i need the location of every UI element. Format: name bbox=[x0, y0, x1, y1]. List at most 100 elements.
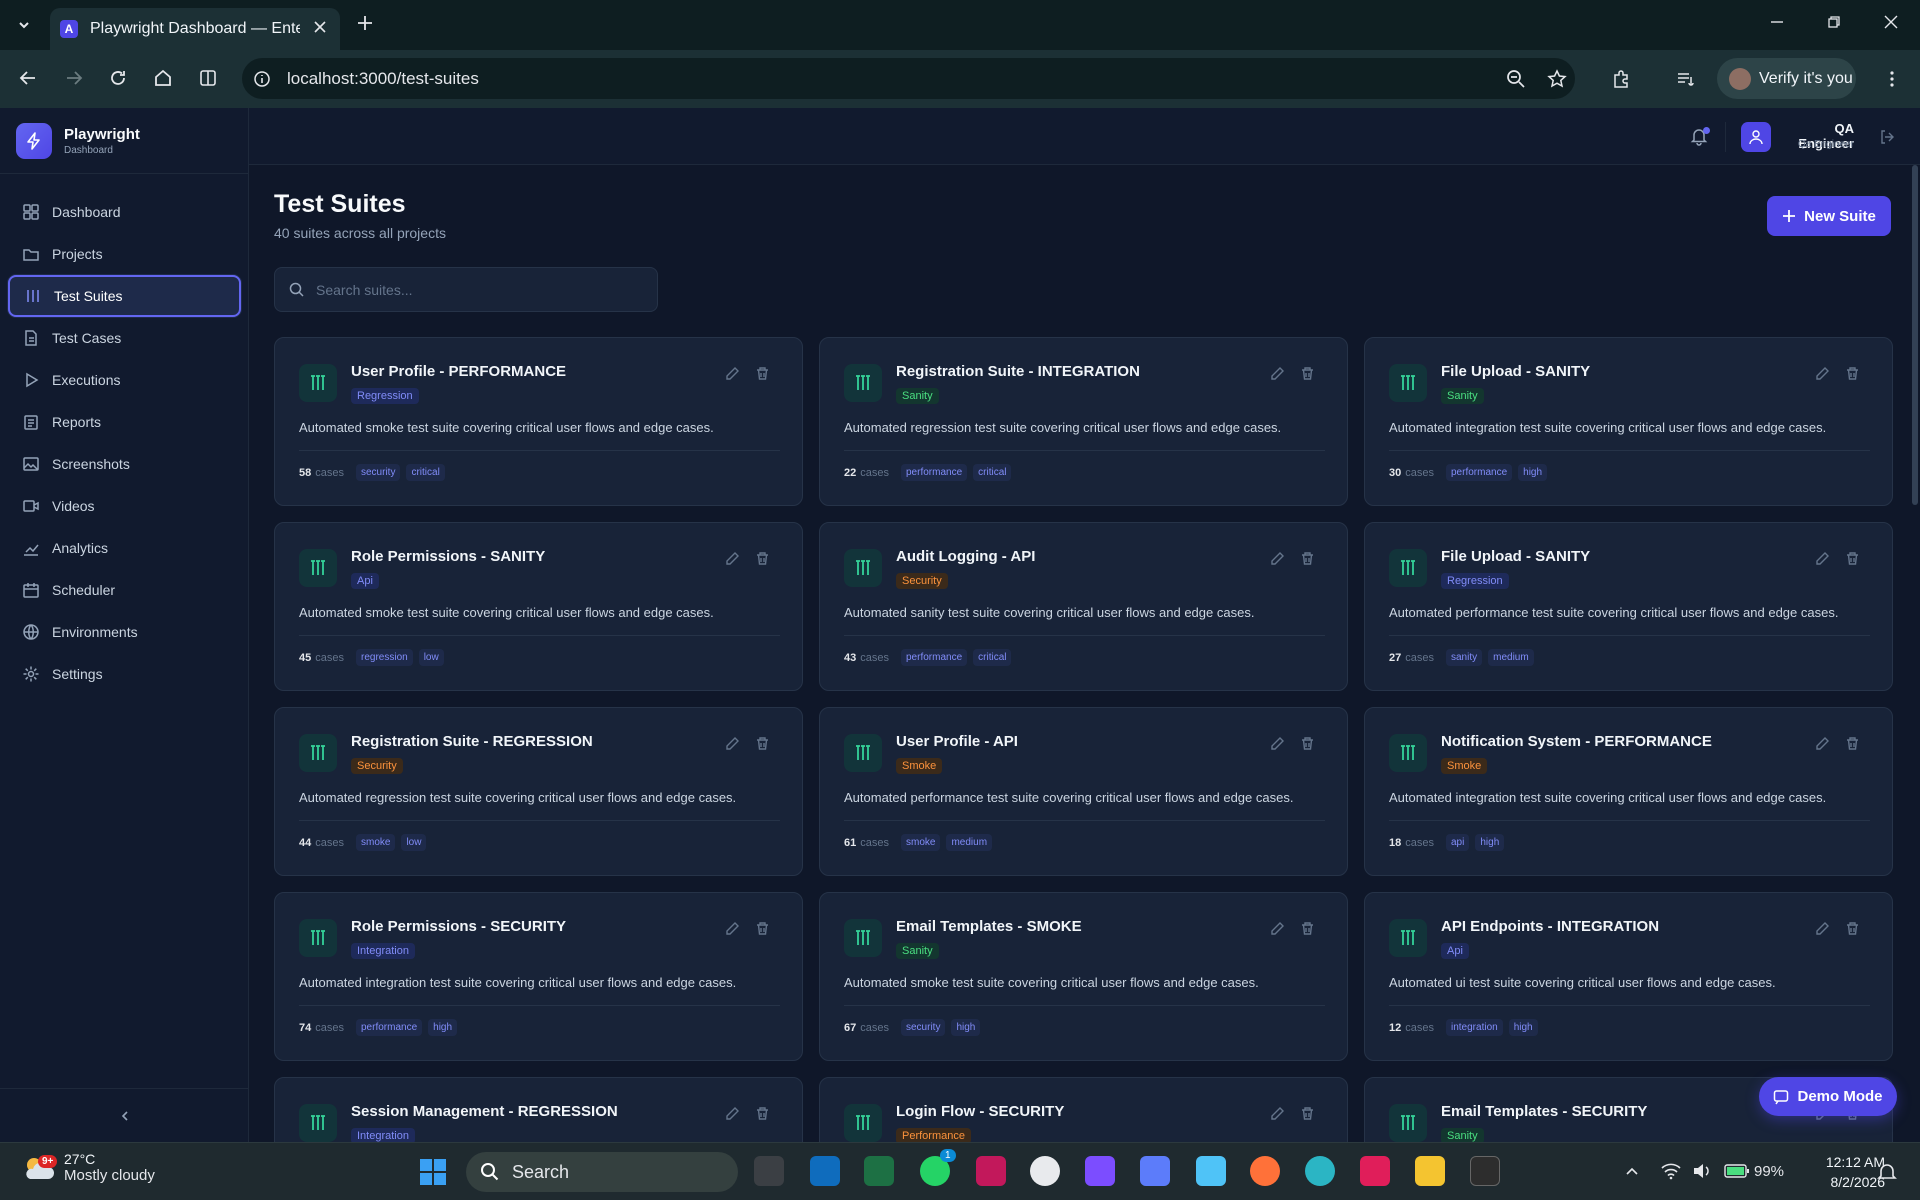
outlook-icon[interactable] bbox=[810, 1156, 840, 1186]
restore-icon[interactable] bbox=[1826, 14, 1842, 30]
weather-widget[interactable]: 9+ 27°C Mostly cloudy bbox=[20, 1151, 155, 1184]
scrollbar-thumb[interactable] bbox=[1912, 165, 1918, 505]
suite-card[interactable]: File Upload - SANITY Regression Automated … bbox=[1364, 522, 1893, 691]
suite-card[interactable]: API Endpoints - INTEGRATION Api Automated … bbox=[1364, 892, 1893, 1061]
home-icon[interactable] bbox=[153, 68, 173, 88]
split-view-icon[interactable] bbox=[198, 68, 218, 88]
notepad-icon[interactable] bbox=[1196, 1156, 1226, 1186]
edit-pencil-icon[interactable] bbox=[1815, 736, 1830, 751]
delete-trash-icon[interactable] bbox=[1845, 921, 1860, 936]
taskbar-search[interactable]: Search bbox=[466, 1152, 738, 1192]
settings-app-icon[interactable] bbox=[1305, 1156, 1335, 1186]
edit-pencil-icon[interactable] bbox=[1270, 736, 1285, 751]
sidebar-item-settings[interactable]: Settings bbox=[8, 653, 241, 695]
suite-card[interactable]: Registration Suite - REGRESSION Security A… bbox=[274, 707, 803, 876]
firefox-icon[interactable] bbox=[1250, 1156, 1280, 1186]
slack-icon[interactable] bbox=[1360, 1156, 1390, 1186]
remote-desktop-icon[interactable] bbox=[1140, 1156, 1170, 1186]
more-menu-icon[interactable] bbox=[1882, 69, 1902, 89]
sidebar-item-analytics[interactable]: Analytics bbox=[8, 527, 241, 569]
delete-trash-icon[interactable] bbox=[1300, 1106, 1315, 1121]
edit-pencil-icon[interactable] bbox=[725, 551, 740, 566]
reload-icon[interactable] bbox=[108, 68, 128, 88]
delete-trash-icon[interactable] bbox=[1300, 921, 1315, 936]
notification-center-icon[interactable] bbox=[1876, 1161, 1898, 1183]
snipping-tool-icon[interactable] bbox=[976, 1156, 1006, 1186]
edit-pencil-icon[interactable] bbox=[1270, 366, 1285, 381]
edit-pencil-icon[interactable] bbox=[1815, 551, 1830, 566]
edit-pencil-icon[interactable] bbox=[725, 366, 740, 381]
delete-trash-icon[interactable] bbox=[755, 366, 770, 381]
sidebar-item-scheduler[interactable]: Scheduler bbox=[8, 569, 241, 611]
suite-card[interactable]: User Profile - PERFORMANCE Regression Auto… bbox=[274, 337, 803, 506]
collapse-sidebar-button[interactable] bbox=[0, 1088, 249, 1142]
delete-trash-icon[interactable] bbox=[1845, 736, 1860, 751]
delete-trash-icon[interactable] bbox=[1300, 736, 1315, 751]
battery-icon[interactable] bbox=[1724, 1163, 1750, 1179]
delete-trash-icon[interactable] bbox=[755, 1106, 770, 1121]
sidebar-item-videos[interactable]: Videos bbox=[8, 485, 241, 527]
suite-card[interactable]: Email Templates - SMOKE Sanity Automated s… bbox=[819, 892, 1348, 1061]
zoom-icon[interactable] bbox=[1506, 69, 1526, 89]
chrome-icon[interactable] bbox=[1030, 1156, 1060, 1186]
delete-trash-icon[interactable] bbox=[1845, 551, 1860, 566]
close-tab-icon[interactable] bbox=[312, 19, 328, 35]
volume-icon[interactable] bbox=[1692, 1162, 1712, 1180]
suite-card[interactable]: Registration Suite - INTEGRATION Sanity Au… bbox=[819, 337, 1348, 506]
window-close-icon[interactable] bbox=[1883, 14, 1899, 30]
file-explorer-icon[interactable] bbox=[1415, 1156, 1445, 1186]
edit-pencil-icon[interactable] bbox=[1270, 1106, 1285, 1121]
media-controls-icon[interactable] bbox=[1676, 69, 1696, 89]
edit-pencil-icon[interactable] bbox=[725, 1106, 740, 1121]
delete-trash-icon[interactable] bbox=[1300, 551, 1315, 566]
extensions-icon[interactable] bbox=[1611, 69, 1631, 89]
delete-trash-icon[interactable] bbox=[1300, 366, 1315, 381]
excel-icon[interactable] bbox=[864, 1156, 894, 1186]
suite-card[interactable]: Login Flow - SECURITY Performance bbox=[819, 1077, 1348, 1142]
tab-search-button[interactable] bbox=[10, 13, 38, 37]
suite-card[interactable]: Role Permissions - SECURITY Integration Au… bbox=[274, 892, 803, 1061]
user-avatar-icon[interactable] bbox=[1741, 122, 1771, 152]
sidebar-item-environments[interactable]: Environments bbox=[8, 611, 241, 653]
edit-pencil-icon[interactable] bbox=[1815, 921, 1830, 936]
logout-icon[interactable] bbox=[1879, 129, 1895, 145]
chevron-up-icon[interactable] bbox=[1625, 1165, 1639, 1179]
sidebar-item-dashboard[interactable]: Dashboard bbox=[8, 191, 241, 233]
delete-trash-icon[interactable] bbox=[755, 551, 770, 566]
back-icon[interactable] bbox=[18, 68, 38, 88]
sidebar-item-reports[interactable]: Reports bbox=[8, 401, 241, 443]
app-icon[interactable] bbox=[1085, 1156, 1115, 1186]
search-input[interactable] bbox=[316, 281, 646, 298]
new-tab-icon[interactable] bbox=[356, 14, 374, 32]
clock[interactable]: 12:12 AM 8/2/2026 bbox=[1795, 1152, 1885, 1192]
edit-pencil-icon[interactable] bbox=[1270, 921, 1285, 936]
brand[interactable]: Playwright Dashboard bbox=[16, 123, 140, 159]
sidebar-item-projects[interactable]: Projects bbox=[8, 233, 241, 275]
sidebar-item-screenshots[interactable]: Screenshots bbox=[8, 443, 241, 485]
edit-pencil-icon[interactable] bbox=[1815, 366, 1830, 381]
suite-card[interactable]: Session Management - REGRESSION Integrati… bbox=[274, 1077, 803, 1142]
edit-pencil-icon[interactable] bbox=[725, 736, 740, 751]
suite-card[interactable]: File Upload - SANITY Sanity Automated inte… bbox=[1364, 337, 1893, 506]
bookmark-star-icon[interactable] bbox=[1547, 69, 1567, 89]
minimize-icon[interactable] bbox=[1769, 14, 1785, 30]
edit-pencil-icon[interactable] bbox=[725, 921, 740, 936]
sidebar-item-executions[interactable]: Executions bbox=[8, 359, 241, 401]
edit-pencil-icon[interactable] bbox=[1270, 551, 1285, 566]
delete-trash-icon[interactable] bbox=[755, 921, 770, 936]
forward-icon[interactable] bbox=[64, 68, 84, 88]
delete-trash-icon[interactable] bbox=[1845, 366, 1860, 381]
demo-mode-button[interactable]: Demo Mode bbox=[1759, 1077, 1897, 1116]
suite-card[interactable]: User Profile - API Smoke Automated perform… bbox=[819, 707, 1348, 876]
wifi-icon[interactable] bbox=[1661, 1162, 1681, 1180]
sidebar-item-test-suites[interactable]: Test Suites bbox=[8, 275, 241, 317]
site-info-icon[interactable] bbox=[253, 70, 271, 88]
suite-card[interactable]: Audit Logging - API Security Automated san… bbox=[819, 522, 1348, 691]
windows-start-icon[interactable] bbox=[418, 1157, 448, 1187]
task-view-icon[interactable] bbox=[754, 1156, 784, 1186]
delete-trash-icon[interactable] bbox=[755, 736, 770, 751]
suite-card[interactable]: Role Permissions - SANITY Api Automated sm… bbox=[274, 522, 803, 691]
browser-tab[interactable]: A Playwright Dashboard — Enterp bbox=[50, 8, 340, 50]
sidebar-item-test-cases[interactable]: Test Cases bbox=[8, 317, 241, 359]
suite-card[interactable]: Notification System - PERFORMANCE Smoke Au… bbox=[1364, 707, 1893, 876]
